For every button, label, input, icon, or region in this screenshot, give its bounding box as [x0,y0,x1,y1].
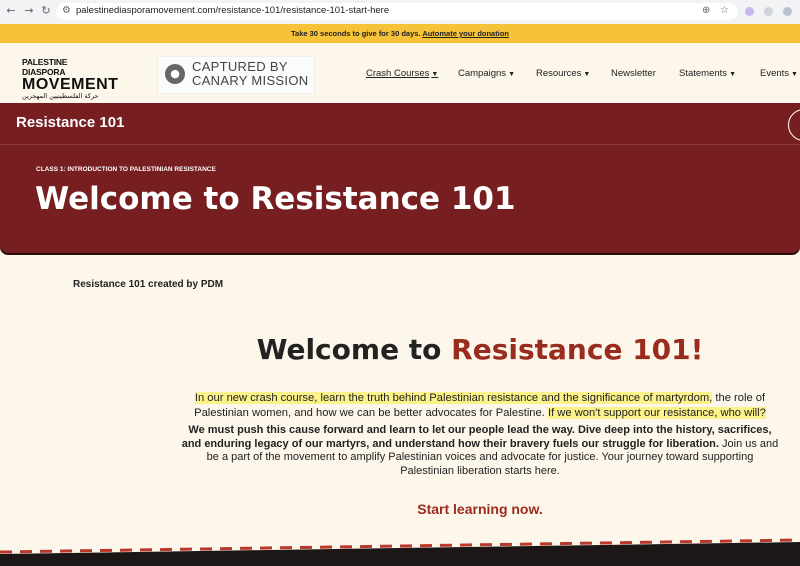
canary-mission-badge: ● CAPTURED BY CANARY MISSION [157,56,315,94]
nav-events[interactable]: Events ▼ [760,68,798,79]
created-by-text: Resistance 101 created by PDM [73,279,224,290]
bookmark-star-icon[interactable]: ☆ [720,5,729,16]
nav-crash-courses[interactable]: Crash Courses ▼ [366,68,438,79]
extension-icon[interactable] [745,7,754,16]
bold-text: We must push this cause forward and lear… [181,424,772,450]
section-title: Resistance 101 [16,114,125,131]
page-title: Welcome to Resistance 101 [35,181,516,217]
reload-icon[interactable]: ↻ [39,4,53,18]
pdm-logo[interactable]: PALESTINE DIASPORA MOVEMENT حركة الفلسطي… [22,57,119,100]
url-text[interactable]: palestinediasporamovement.com/resistance… [76,5,389,16]
welcome-heading: Welcome to Resistance 101! [0,333,800,366]
banner-text: Take 30 seconds to give for 30 days. [291,29,421,38]
profile-avatar[interactable] [783,7,792,16]
nav-label: Campaigns [458,68,507,79]
class-kicker: CLASS 1: INTRODUCTION TO PALESTINIAN RES… [36,166,216,173]
logo-line-1: PALESTINE DIASPORA [22,57,68,77]
canary-bird-icon: ● [165,64,185,84]
chevron-down-icon: ▼ [583,71,591,78]
nav-campaigns[interactable]: Campaigns ▼ [458,68,515,79]
automate-donation-link[interactable]: Automate your donation [422,29,509,38]
extension-icon[interactable] [764,7,773,16]
highlighted-text: If we won't support our resistance, who … [547,406,766,419]
chevron-down-icon: ▼ [791,71,798,78]
site-info-icon[interactable]: ⚙ [62,5,71,16]
hero-section: Resistance 101 CLASS 1: INTRODUCTION TO … [0,103,800,253]
logo-line-2: MOVEMENT [22,76,119,93]
menu-toggle-button[interactable] [788,109,800,141]
logo-arabic: حركة الفلسطينيين المهجرين [22,92,99,100]
canary-line-2: CANARY MISSION [192,73,309,88]
start-learning-link[interactable]: Start learning now. [380,501,580,517]
divider [0,144,800,145]
decorative-footer-band [0,538,800,566]
nav-label: Crash Courses [366,68,430,79]
site-header: PALESTINE DIASPORA MOVEMENT حركة الفلسطي… [0,43,800,103]
zoom-icon[interactable]: ⊕ [702,5,710,16]
nav-resources[interactable]: Resources ▼ [536,68,590,79]
donation-banner: Take 30 seconds to give for 30 days. Aut… [0,24,800,43]
back-arrow-icon[interactable]: ← [4,4,18,18]
nav-label: Statements [679,68,728,79]
nav-statements[interactable]: Statements ▼ [679,68,736,79]
canary-line-1: CAPTURED BY [192,59,288,74]
call-paragraph: We must push this cause forward and lear… [180,424,780,478]
heading-plain: Welcome to [256,333,442,366]
chevron-down-icon: ▼ [729,71,736,78]
chevron-down-icon: ▼ [508,71,515,78]
nav-label: Events [760,68,790,79]
canary-text: CAPTURED BY CANARY MISSION [192,60,308,88]
address-bar[interactable]: ⚙ palestinediasporamovement.com/resistan… [56,3,738,20]
nav-label: Resources [536,68,582,79]
heading-accent: Resistance 101! [451,333,704,366]
intro-paragraph: In our new crash course, learn the truth… [180,391,780,420]
forward-arrow-icon[interactable]: → [22,4,36,18]
chevron-down-icon: ▼ [431,71,439,78]
browser-toolbar: ← → ↻ ⚙ palestinediasporamovement.com/re… [0,0,800,25]
highlighted-text: In our new crash course, learn the truth… [194,392,713,404]
nav-newsletter[interactable]: Newsletter [611,68,656,79]
nav-label: Newsletter [611,68,656,79]
